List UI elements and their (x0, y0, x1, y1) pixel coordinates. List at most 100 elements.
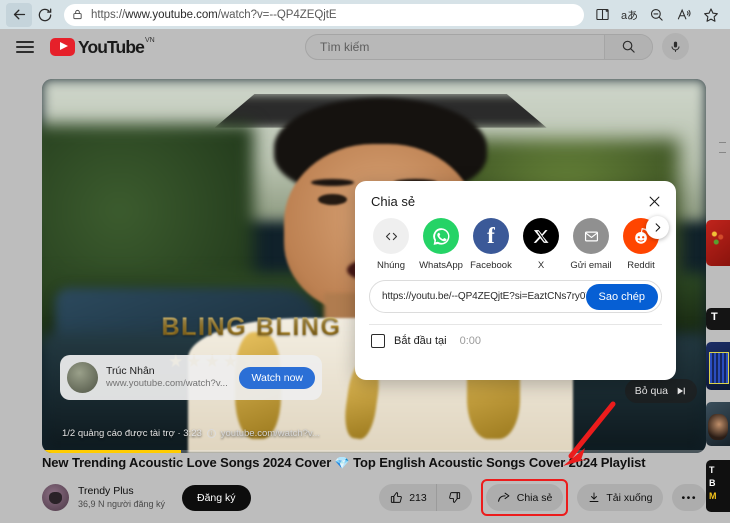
address-bar[interactable]: https://www.youtube.com/watch?v=--QP4ZEQ… (64, 3, 584, 26)
voice-search-button[interactable] (662, 33, 689, 60)
sidebar-thumbnail[interactable]: T B M (706, 460, 730, 512)
share-dialog-title: Chia sẻ (371, 194, 416, 209)
search-input[interactable]: Tìm kiếm (306, 40, 604, 54)
like-count: 213 (409, 491, 427, 504)
ad-watch-now-button[interactable]: Watch now (239, 366, 315, 389)
share-arrow-icon (497, 492, 510, 502)
channel-meta: Trendy Plus 36,9 N người đăng ký (78, 485, 165, 510)
ad-advertiser-avatar (67, 362, 98, 393)
url-host: www.youtube.com (125, 8, 218, 21)
sidebar-thumbnail[interactable] (706, 308, 730, 330)
read-aloud-button[interactable] (670, 4, 697, 26)
channel-avatar[interactable] (42, 484, 69, 511)
channel-subscribers: 36,9 N người đăng ký (78, 499, 165, 509)
zoom-out-icon (650, 8, 663, 21)
reload-button[interactable] (32, 3, 58, 27)
channel-name[interactable]: Trendy Plus (78, 485, 165, 498)
start-at-label: Bắt đầu tại (394, 335, 447, 347)
youtube-play-icon (50, 38, 75, 56)
dislike-button[interactable] (435, 484, 472, 511)
search-submit-button[interactable] (604, 34, 652, 59)
ad-progress-bar (42, 450, 706, 453)
share-target-email[interactable]: Gửi email (567, 218, 615, 271)
reload-icon (38, 8, 52, 21)
share-target-label: Facebook (470, 260, 512, 271)
more-actions-button[interactable]: ••• (672, 484, 706, 511)
share-targets-next-button[interactable] (646, 216, 669, 239)
url-text: https://www.youtube.com/watch?v=--QP4ZEQ… (91, 9, 337, 21)
whatsapp-icon (423, 218, 459, 254)
read-aloud-icon (677, 8, 691, 20)
video-title-part2: Top English Acoustic Songs Cover 2024 Pl… (353, 455, 646, 470)
sidebar-thumb-line1: T (709, 465, 715, 475)
action-buttons: 213 Chia sẻ Tải xuống ••• (379, 479, 706, 516)
favorite-star-icon (703, 7, 718, 22)
facebook-icon: f (473, 218, 509, 254)
zoom-out-button[interactable] (643, 4, 670, 26)
share-target-label: Reddit (627, 260, 655, 271)
sidebar-thumb-line2: B (709, 478, 716, 488)
sidebar-thumb-line3: M (709, 491, 717, 501)
video-title-part1: New Trending Acoustic Love Songs 2024 Co… (42, 455, 332, 470)
start-at-checkbox[interactable] (371, 334, 385, 348)
share-button[interactable]: Chia sẻ (485, 484, 564, 511)
share-link-row: https://youtu.be/--QP4ZEQjtE?si=EaztCNs7… (369, 280, 662, 313)
video-action-row: Trendy Plus 36,9 N người đăng ký Đăng ký… (42, 479, 706, 516)
chevron-right-icon (655, 223, 661, 232)
start-at-time[interactable]: 0:00 (460, 335, 481, 347)
x-twitter-icon (523, 218, 559, 254)
ad-status-bar: 1/2 quảng cáo được tài trợ · 3:23 i yout… (62, 428, 320, 439)
share-target-facebook[interactable]: f Facebook (467, 218, 515, 271)
sidebar-thumbnail[interactable] (706, 402, 730, 446)
video-overlay-title: BLING BLING (161, 312, 342, 341)
translate-icon: aあ (620, 9, 639, 22)
share-button-highlight: Chia sẻ (480, 479, 569, 516)
ad-advertiser-name: Trúc Nhân (106, 365, 155, 377)
url-path: /watch?v=--QP4ZEQjtE (217, 8, 337, 21)
ad-overlay-card[interactable]: Trúc Nhân www.youtube.com/watch?v... Wat… (60, 355, 322, 400)
search-box[interactable]: Tìm kiếm (305, 33, 653, 60)
search-area: Tìm kiếm (305, 33, 689, 60)
back-button[interactable] (6, 2, 32, 27)
share-target-whatsapp[interactable]: WhatsApp (417, 218, 465, 271)
split-screen-icon (596, 8, 609, 21)
share-target-embed[interactable]: Nhúng (367, 218, 415, 271)
share-link-input[interactable]: https://youtu.be/--QP4ZEQjtE?si=EaztCNs7… (382, 291, 586, 302)
share-button-label: Chia sẻ (516, 491, 553, 504)
back-arrow-icon (13, 9, 25, 20)
share-dialog-header: Chia sẻ (355, 181, 676, 209)
gem-emoji-icon: 💎 (334, 456, 350, 470)
favorites-button[interactable] (697, 4, 724, 26)
url-scheme: https:// (91, 8, 126, 21)
split-screen-button[interactable] (589, 4, 616, 26)
skip-next-icon (677, 387, 685, 395)
skip-ad-label: Bỏ qua (634, 385, 668, 397)
share-dialog-close-button[interactable] (647, 194, 662, 209)
translate-button[interactable]: aあ (616, 4, 643, 26)
share-target-x[interactable]: X (517, 218, 565, 271)
info-icon[interactable]: i (206, 429, 216, 438)
download-button[interactable]: Tải xuống (577, 484, 664, 511)
copy-link-button[interactable]: Sao chép (585, 283, 658, 310)
video-info: New Trending Acoustic Love Songs 2024 Co… (42, 455, 706, 523)
subscribe-button[interactable]: Đăng ký (181, 484, 251, 511)
share-target-label: X (537, 260, 545, 271)
skip-ad-button[interactable]: Bỏ qua (624, 379, 697, 403)
share-target-label: Gửi email (570, 260, 612, 271)
download-icon (589, 492, 599, 502)
share-targets-row: Nhúng WhatsApp f Facebook X Gửi email Re… (355, 209, 676, 271)
sidebar-thumbnail[interactable] (706, 220, 730, 266)
recommendations-sidebar: —— T B M ••• (704, 130, 730, 523)
browser-toolbar: https://www.youtube.com/watch?v=--QP4ZEQ… (0, 0, 730, 29)
download-button-label: Tải xuống (606, 491, 653, 504)
video-title: New Trending Acoustic Love Songs 2024 Co… (42, 455, 706, 470)
youtube-country-code: VN (144, 37, 155, 44)
share-dialog: Chia sẻ Nhúng WhatsApp f Facebook X Gửi … (355, 181, 676, 380)
hamburger-menu-icon[interactable] (16, 41, 34, 53)
ad-domain-link[interactable]: youtube.com/watch?v... (221, 428, 320, 439)
like-button[interactable]: 213 (379, 484, 436, 511)
youtube-logo[interactable]: YouTube VN (50, 37, 155, 56)
sidebar-thumbnail[interactable] (706, 342, 730, 390)
lock-icon (72, 8, 83, 21)
ad-status-text: 1/2 quảng cáo được tài trợ · 3:23 (62, 428, 202, 439)
